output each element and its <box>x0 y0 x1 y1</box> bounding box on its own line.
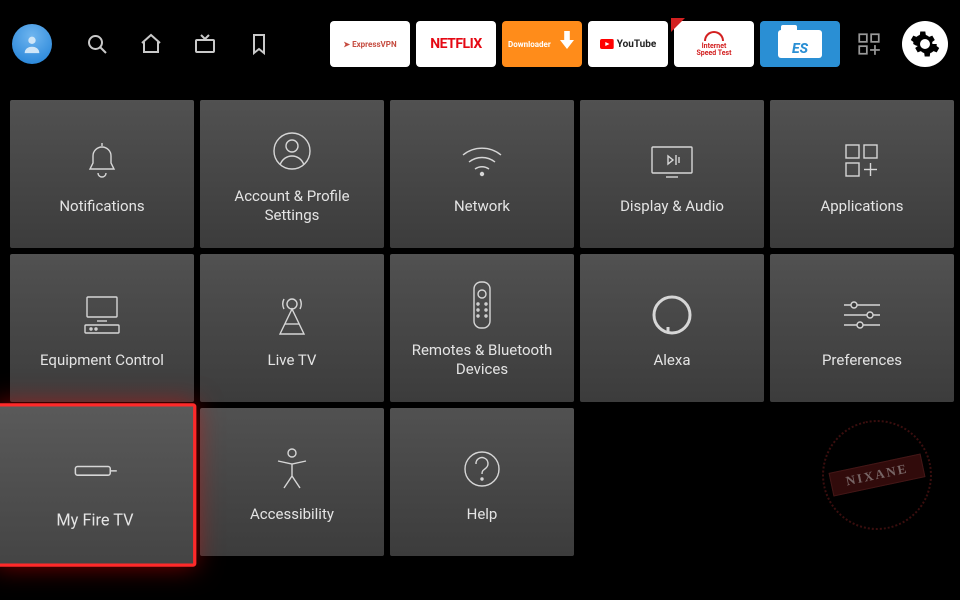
bell-icon <box>82 139 122 183</box>
remote-icon <box>470 280 494 330</box>
folder-icon: ES <box>778 30 822 58</box>
settings-button[interactable] <box>902 21 948 67</box>
app-speedtest[interactable]: Internet Speed Test <box>674 21 754 67</box>
new-badge <box>671 18 685 32</box>
tile-label: Remotes & Bluetooth Devices <box>398 341 566 379</box>
tile-accessibility[interactable]: Accessibility <box>200 408 384 556</box>
app-label: YouTube <box>617 39 657 50</box>
gauge-icon <box>704 31 724 41</box>
gear-icon <box>910 29 940 59</box>
watermark-stamp: NIXANE <box>812 410 942 540</box>
tile-label: Accessibility <box>250 505 334 524</box>
app-label: NETFLIX <box>430 36 481 52</box>
tile-my-fire-tv[interactable]: My Fire TV <box>0 404 195 565</box>
tile-alexa[interactable]: Alexa <box>580 254 764 402</box>
apps-grid-icon <box>856 31 882 57</box>
firestick-icon <box>69 460 121 482</box>
accessibility-icon <box>273 447 311 491</box>
tv-icon <box>193 32 217 56</box>
tile-display-audio[interactable]: Display & Audio <box>580 100 764 248</box>
watermark-text: NIXANE <box>829 454 925 497</box>
recent-apps-row: ExpressVPN NETFLIX Downloader YouTube In… <box>330 21 952 67</box>
home-icon <box>139 32 163 56</box>
user-circle-icon <box>271 130 313 172</box>
settings-grid: Notifications Account & Profile Settings… <box>0 88 960 556</box>
tile-label: Display & Audio <box>620 197 724 216</box>
tile-preferences[interactable]: Preferences <box>770 254 954 402</box>
tile-label: Help <box>467 505 498 524</box>
app-netflix[interactable]: NETFLIX <box>416 21 496 67</box>
tile-account-profile[interactable]: Account & Profile Settings <box>200 100 384 248</box>
app-youtube[interactable]: YouTube <box>588 21 668 67</box>
app-es-file-explorer[interactable]: ES <box>760 21 840 67</box>
equipment-icon <box>79 293 125 337</box>
apps-icon <box>842 141 882 181</box>
app-label: ExpressVPN <box>352 40 397 49</box>
display-audio-icon <box>648 143 696 179</box>
search-icon <box>85 32 109 56</box>
help-icon <box>462 449 502 489</box>
live-button[interactable] <box>188 27 222 61</box>
bookmark-icon <box>247 32 271 56</box>
app-downloader[interactable]: Downloader <box>502 21 582 67</box>
app-label: Downloader <box>508 40 551 49</box>
profile-avatar[interactable] <box>12 24 52 64</box>
tile-help[interactable]: Help <box>390 408 574 556</box>
tile-label: Live TV <box>268 351 317 370</box>
home-button[interactable] <box>134 27 168 61</box>
tile-label: Preferences <box>822 351 902 370</box>
app-expressvpn[interactable]: ExpressVPN <box>330 21 410 67</box>
tile-notifications[interactable]: Notifications <box>10 100 194 248</box>
tile-label: Equipment Control <box>40 351 164 370</box>
user-icon <box>21 33 43 55</box>
tile-label: Notifications <box>59 197 144 216</box>
wifi-icon <box>459 143 505 179</box>
antenna-icon <box>271 292 313 338</box>
app-label: Speed Test <box>696 50 731 57</box>
tile-applications[interactable]: Applications <box>770 100 954 248</box>
bookmark-button[interactable] <box>242 27 276 61</box>
tile-label: Applications <box>820 197 903 216</box>
tile-remotes-bluetooth[interactable]: Remotes & Bluetooth Devices <box>390 254 574 402</box>
tile-network[interactable]: Network <box>390 100 574 248</box>
tile-label: My Fire TV <box>56 510 133 530</box>
tile-label: Network <box>454 197 510 216</box>
tile-label: Account & Profile Settings <box>208 187 376 225</box>
all-apps-button[interactable] <box>846 21 892 67</box>
tile-label: Alexa <box>654 351 691 370</box>
sliders-icon <box>840 297 884 333</box>
tile-equipment-control[interactable]: Equipment Control <box>10 254 194 402</box>
tile-live-tv[interactable]: Live TV <box>200 254 384 402</box>
search-button[interactable] <box>80 27 114 61</box>
top-bar: ExpressVPN NETFLIX Downloader YouTube In… <box>0 0 960 88</box>
alexa-icon <box>650 293 694 337</box>
